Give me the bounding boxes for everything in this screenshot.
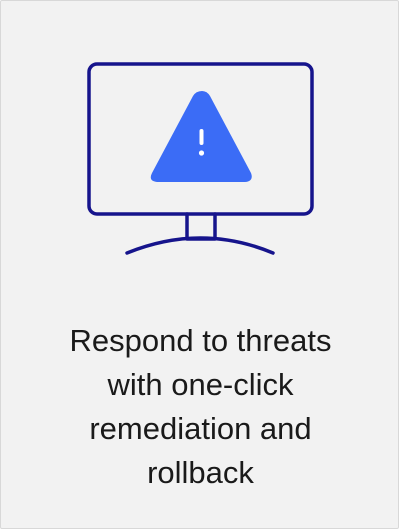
feature-caption: Respond to threats with one-click remedi…	[21, 319, 380, 495]
feature-card: Respond to threats with one-click remedi…	[0, 0, 399, 529]
caption-line-2: with one-click	[107, 367, 294, 402]
monitor-icon	[87, 62, 314, 255]
caption-line-3: remediation and	[89, 411, 312, 446]
warning-triangle-icon	[150, 91, 252, 182]
caption-line-1: Respond to threats	[69, 323, 332, 358]
caption-line-4: rollback	[147, 455, 254, 490]
